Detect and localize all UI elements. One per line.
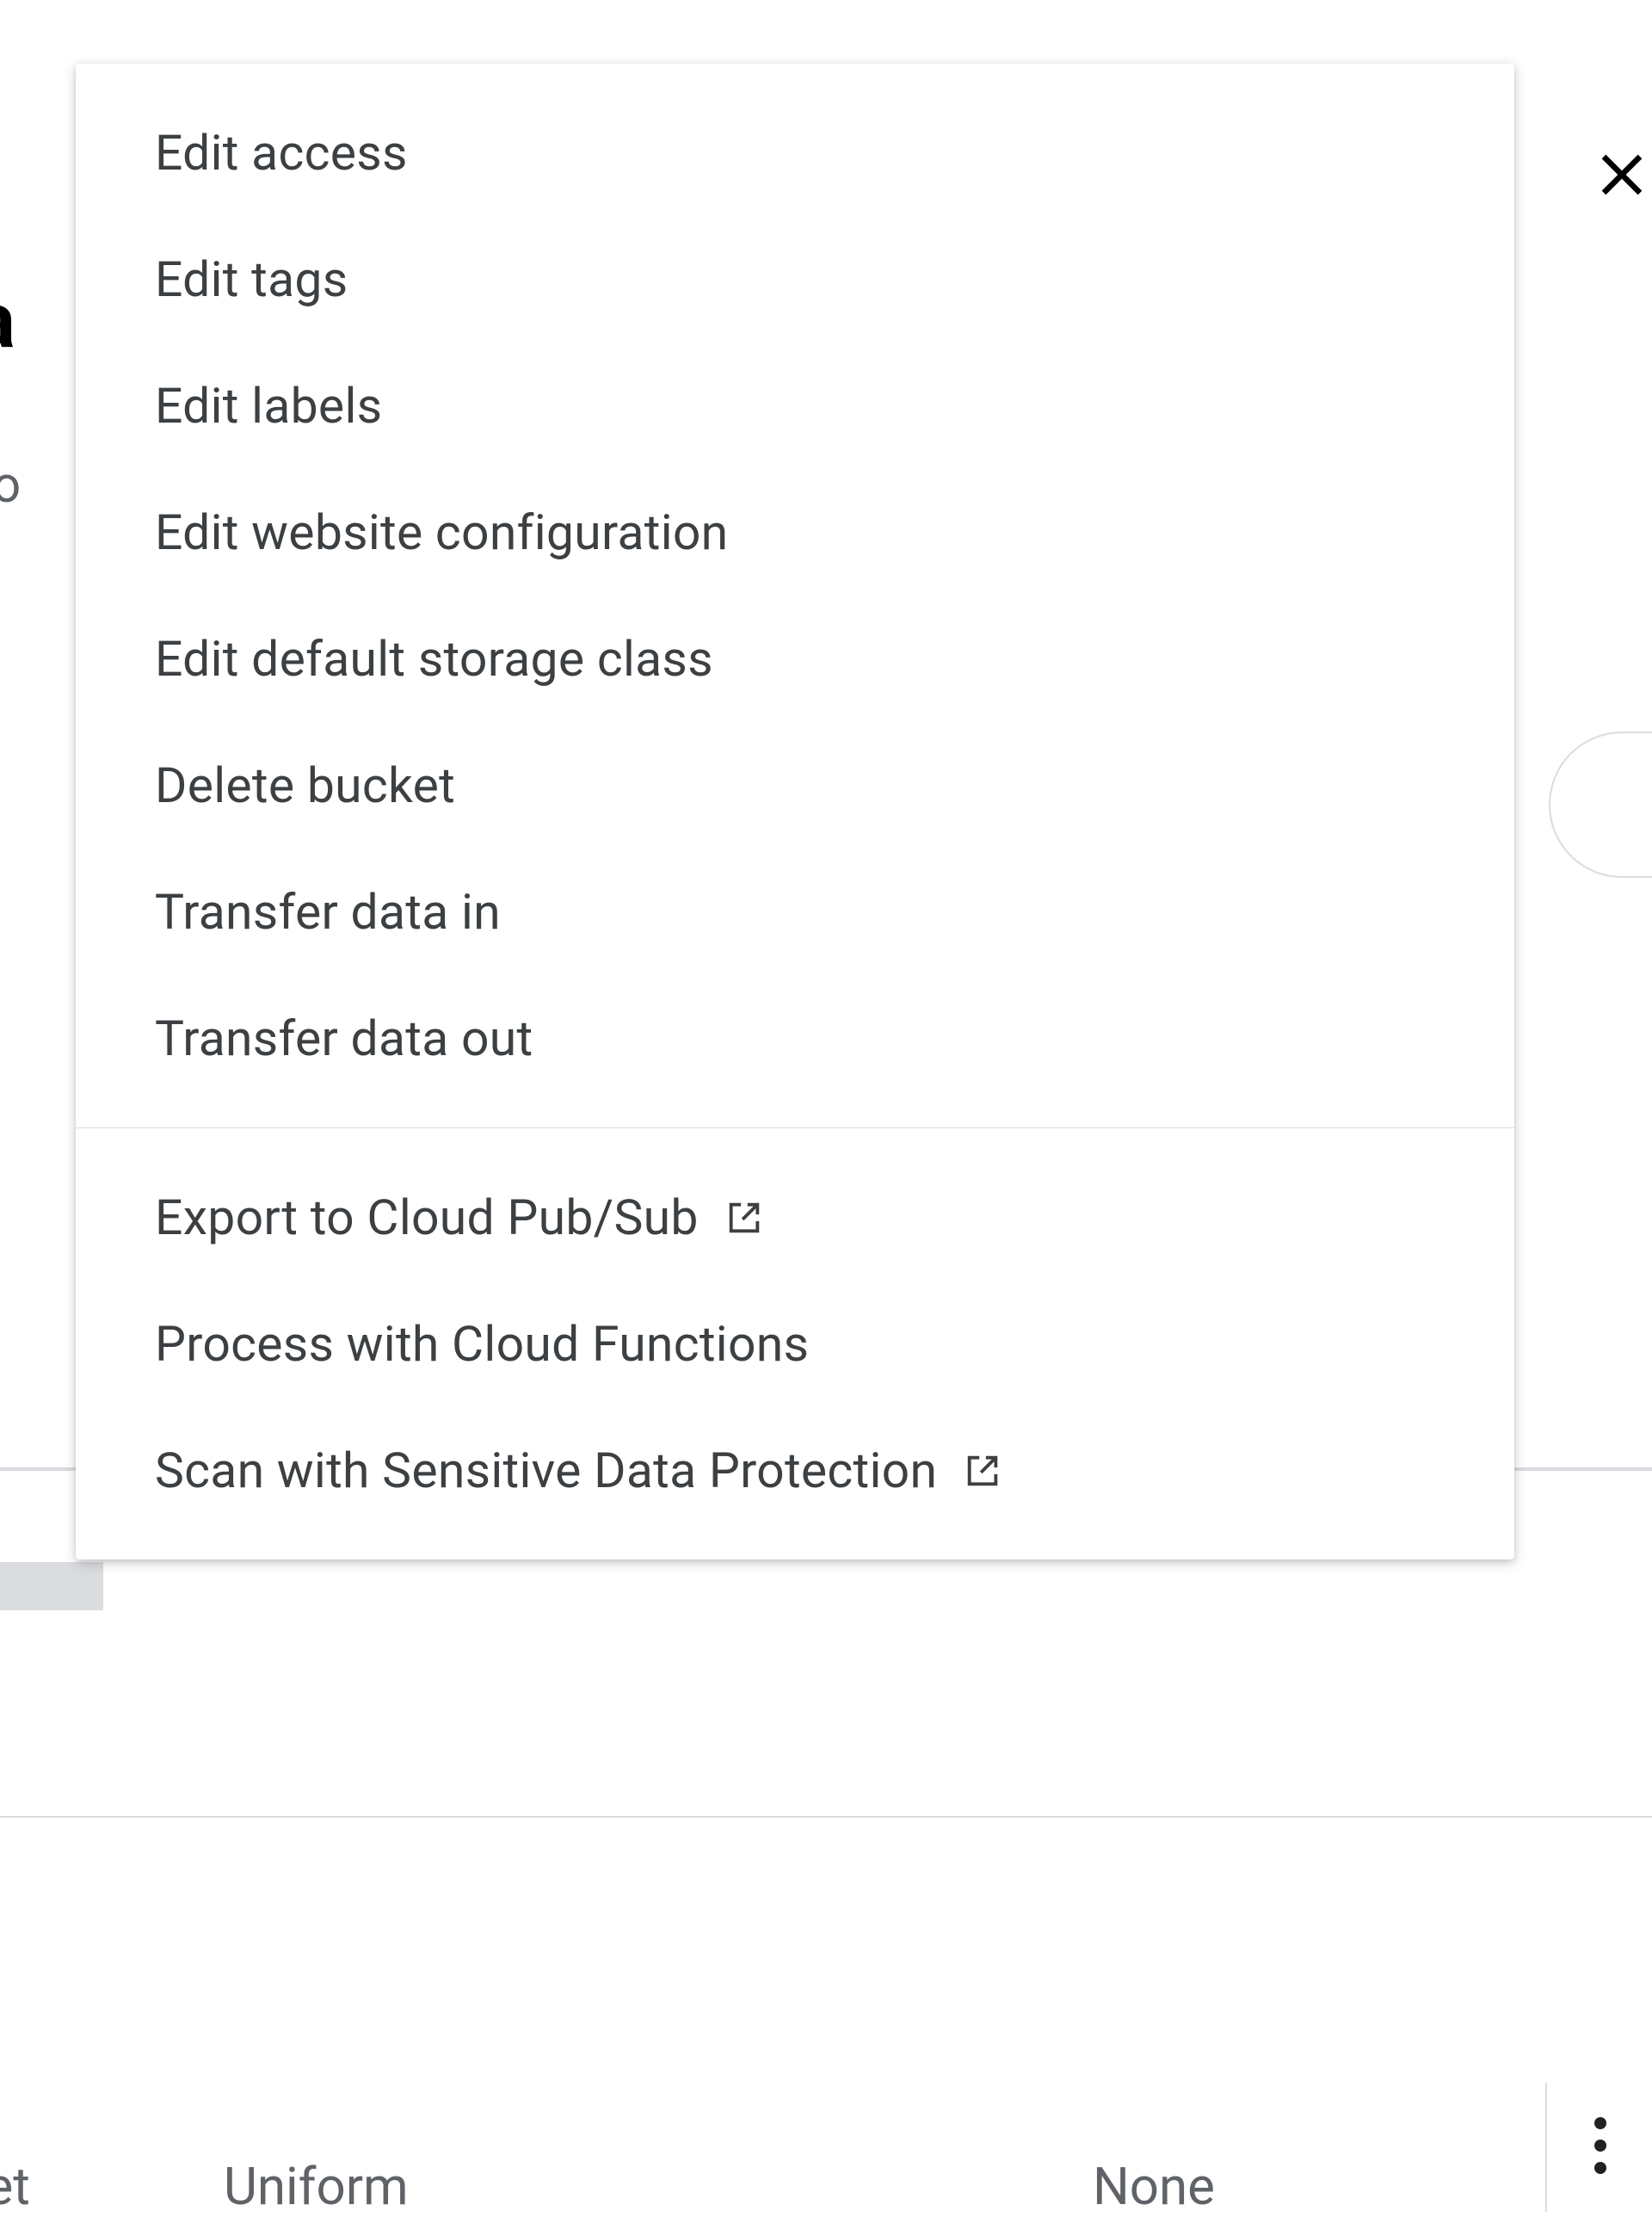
menu-item-label: Export to Cloud Pub/Sub	[155, 1189, 699, 1246]
background-greybar	[0, 1562, 103, 1610]
menu-item-label: Process with Cloud Functions	[155, 1315, 809, 1373]
menu-item-edit-tags[interactable]: Edit tags	[76, 216, 1514, 343]
background-text-fragment-1: eco	[0, 456, 21, 515]
menu-item-label: Edit labels	[155, 377, 382, 435]
menu-item-delete-bucket[interactable]: Delete bucket	[76, 722, 1514, 849]
menu-item-label: Edit website configuration	[155, 503, 728, 561]
external-link-icon	[724, 1198, 764, 1238]
menu-item-transfer-data-out[interactable]: Transfer data out	[76, 975, 1514, 1102]
menu-section-1: Edit access Edit tags Edit labels Edit w…	[76, 64, 1514, 1127]
menu-item-label: Delete bucket	[155, 756, 455, 814]
column-divider	[1545, 2083, 1547, 2212]
menu-item-edit-labels[interactable]: Edit labels	[76, 343, 1514, 469]
table-cell-protection: None	[1093, 2156, 1215, 2217]
menu-item-transfer-data-in[interactable]: Transfer data in	[76, 849, 1514, 975]
close-button[interactable]	[1583, 138, 1652, 215]
menu-item-scan-sensitive-data[interactable]: Scan with Sensitive Data Protection	[76, 1407, 1514, 1534]
menu-item-process-cloud-functions[interactable]: Process with Cloud Functions	[76, 1281, 1514, 1407]
menu-item-export-pubsub[interactable]: Export to Cloud Pub/Sub	[76, 1154, 1514, 1281]
background-title-fragment: da	[0, 275, 15, 366]
external-link-icon	[963, 1451, 1002, 1491]
menu-item-label: Transfer data in	[155, 883, 501, 941]
menu-item-label: Transfer data out	[155, 1010, 533, 1067]
close-icon	[1591, 144, 1652, 209]
menu-item-edit-website-configuration[interactable]: Edit website configuration	[76, 469, 1514, 596]
menu-section-2: Export to Cloud Pub/Sub Process with Clo…	[76, 1128, 1514, 1559]
background-divider-2	[0, 1816, 1652, 1818]
more-vert-icon	[1593, 2116, 1607, 2178]
menu-item-label: Edit default storage class	[155, 630, 713, 688]
row-more-actions-button[interactable]	[1566, 2109, 1635, 2186]
menu-item-label: Edit tags	[155, 250, 348, 308]
bucket-actions-menu: Edit access Edit tags Edit labels Edit w…	[76, 64, 1514, 1559]
menu-item-label: Scan with Sensitive Data Protection	[155, 1442, 937, 1499]
menu-item-edit-access[interactable]: Edit access	[76, 90, 1514, 216]
menu-item-edit-default-storage-class[interactable]: Edit default storage class	[76, 596, 1514, 722]
table-cell-access-control: Uniform	[224, 2156, 409, 2217]
background-edit-pill	[1549, 732, 1652, 878]
table-cell-access: rnet	[0, 2156, 30, 2217]
menu-item-label: Edit access	[155, 124, 408, 182]
